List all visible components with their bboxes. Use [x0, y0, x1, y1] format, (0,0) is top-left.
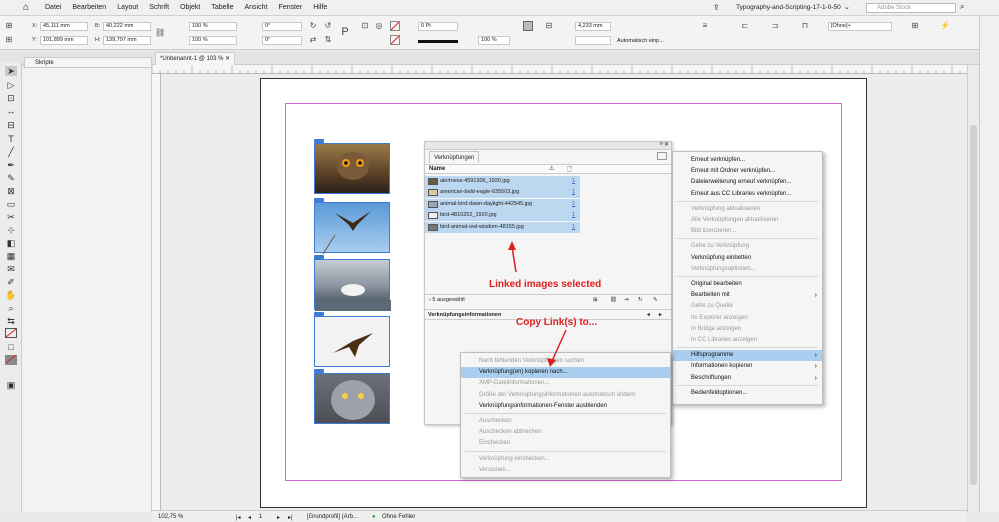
arrow-line — [551, 329, 567, 362]
annotation-arrows — [508, 241, 567, 367]
scrollbar-thumb[interactable] — [970, 125, 977, 485]
annotation-copy: Copy Link(s) to... — [516, 317, 598, 328]
next-page-icon[interactable]: ▸ — [277, 514, 280, 521]
status-ok-icon: ● — [372, 514, 376, 520]
arrow-line — [511, 246, 517, 273]
arrow-head — [508, 241, 516, 250]
previous-page-icon[interactable]: ◂ — [248, 514, 251, 521]
preflight-profile[interactable]: [Grundprofil] (Arb... — [307, 514, 358, 520]
vertical-scrollbar[interactable] — [967, 65, 979, 512]
arrow-head — [547, 358, 556, 367]
annotation-linked: Linked images selected — [489, 279, 602, 290]
last-page-icon[interactable]: ▸| — [288, 514, 293, 521]
zoom-level[interactable]: 102,75 % — [158, 514, 183, 520]
error-status: Ohne Fehler — [382, 514, 416, 520]
status-bar: 102,75 % |◂ ◂ 1 ▸ ▸| [Grundprofil] (Arb.… — [152, 510, 967, 522]
right-dock — [979, 16, 999, 512]
page-number[interactable]: 1 — [259, 514, 262, 520]
first-page-icon[interactable]: |◂ — [236, 514, 241, 521]
